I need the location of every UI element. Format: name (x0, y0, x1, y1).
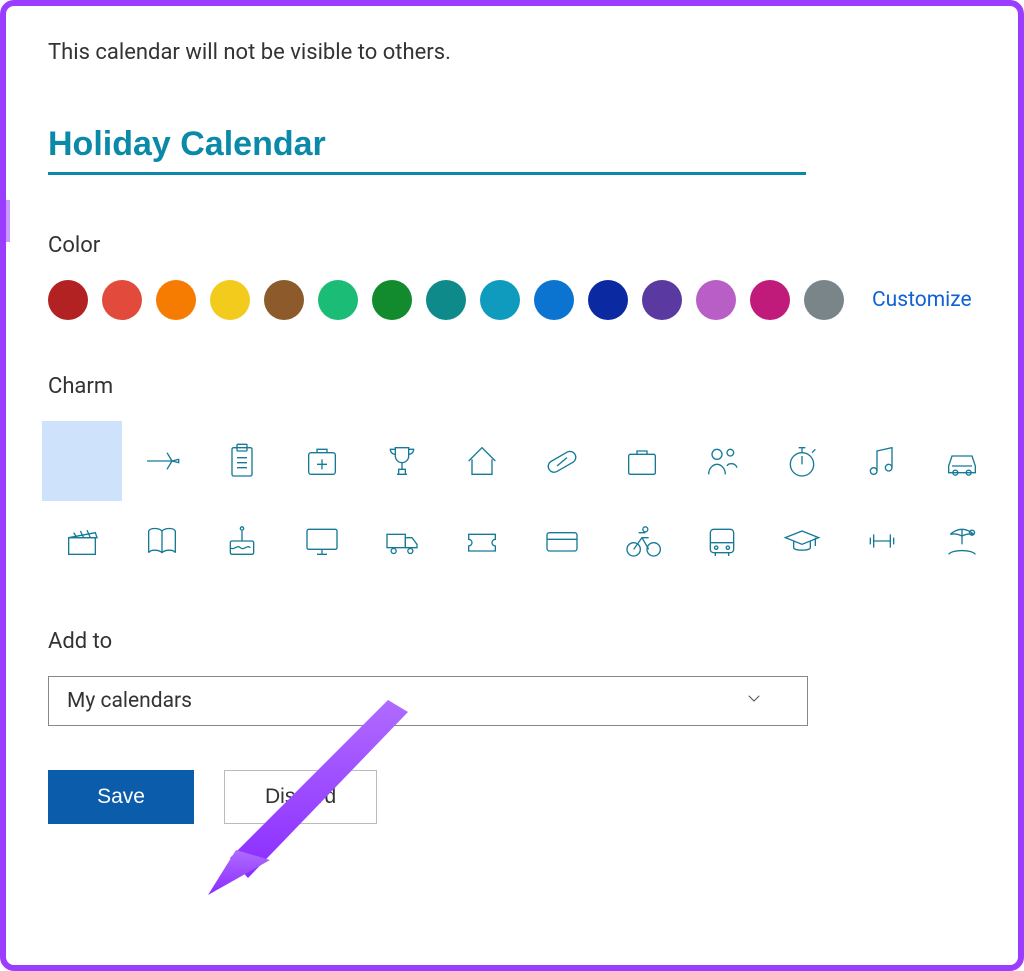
charm-music-icon[interactable] (842, 421, 922, 501)
charm-briefcase-icon[interactable] (602, 421, 682, 501)
color-swatch-0[interactable] (48, 280, 88, 320)
charm-clapper-icon[interactable] (42, 501, 122, 581)
charm-dumbbell-icon[interactable] (842, 501, 922, 581)
charm-bike-icon[interactable] (602, 501, 682, 581)
discard-button[interactable]: Discard (224, 770, 377, 824)
charm-monitor-icon[interactable] (282, 501, 362, 581)
charm-pill-icon[interactable] (522, 421, 602, 501)
charm-grad-icon[interactable] (762, 501, 842, 581)
charm-bus-icon[interactable] (682, 501, 762, 581)
addto-value: My calendars (67, 689, 192, 713)
color-swatch-9[interactable] (534, 280, 574, 320)
color-swatch-4[interactable] (264, 280, 304, 320)
create-calendar-panel: This calendar will not be visible to oth… (0, 0, 1024, 864)
color-swatch-6[interactable] (372, 280, 412, 320)
charm-beach-icon[interactable] (922, 501, 1002, 581)
addto-section-label: Add to (48, 629, 976, 654)
charm-cake-icon[interactable] (202, 501, 282, 581)
color-row: Customize (48, 280, 976, 320)
charm-ticket-icon[interactable] (442, 501, 522, 581)
button-row: Save Discard (48, 770, 976, 824)
color-swatch-3[interactable] (210, 280, 250, 320)
charm-stopwatch-icon[interactable] (762, 421, 842, 501)
color-swatch-12[interactable] (696, 280, 736, 320)
charm-card-icon[interactable] (522, 501, 602, 581)
charm-firstaid-icon[interactable] (282, 421, 362, 501)
charm-people-icon[interactable] (682, 421, 762, 501)
color-swatch-5[interactable] (318, 280, 358, 320)
calendar-name-input[interactable] (48, 125, 806, 175)
color-section-label: Color (48, 233, 976, 258)
save-button[interactable]: Save (48, 770, 194, 824)
charm-book-icon[interactable] (122, 501, 202, 581)
color-swatch-2[interactable] (156, 280, 196, 320)
addto-select[interactable]: My calendars (48, 676, 808, 726)
customize-link[interactable]: Customize (872, 288, 972, 312)
color-swatch-1[interactable] (102, 280, 142, 320)
color-swatch-8[interactable] (480, 280, 520, 320)
chevron-down-icon (745, 689, 763, 713)
charm-home-icon[interactable] (442, 421, 522, 501)
charm-grid (42, 421, 1002, 581)
color-swatch-10[interactable] (588, 280, 628, 320)
color-swatch-11[interactable] (642, 280, 682, 320)
charm-car-icon[interactable] (922, 421, 1002, 501)
color-swatch-14[interactable] (804, 280, 844, 320)
charm-truck-icon[interactable] (362, 501, 442, 581)
visibility-notice: This calendar will not be visible to oth… (48, 40, 976, 65)
color-swatch-7[interactable] (426, 280, 466, 320)
charm-section-label: Charm (48, 374, 976, 399)
charm-trophy-icon[interactable] (362, 421, 442, 501)
charm-clipboard-icon[interactable] (202, 421, 282, 501)
charm-plane-icon[interactable] (122, 421, 202, 501)
charm-none-icon[interactable] (42, 421, 122, 501)
color-swatch-13[interactable] (750, 280, 790, 320)
